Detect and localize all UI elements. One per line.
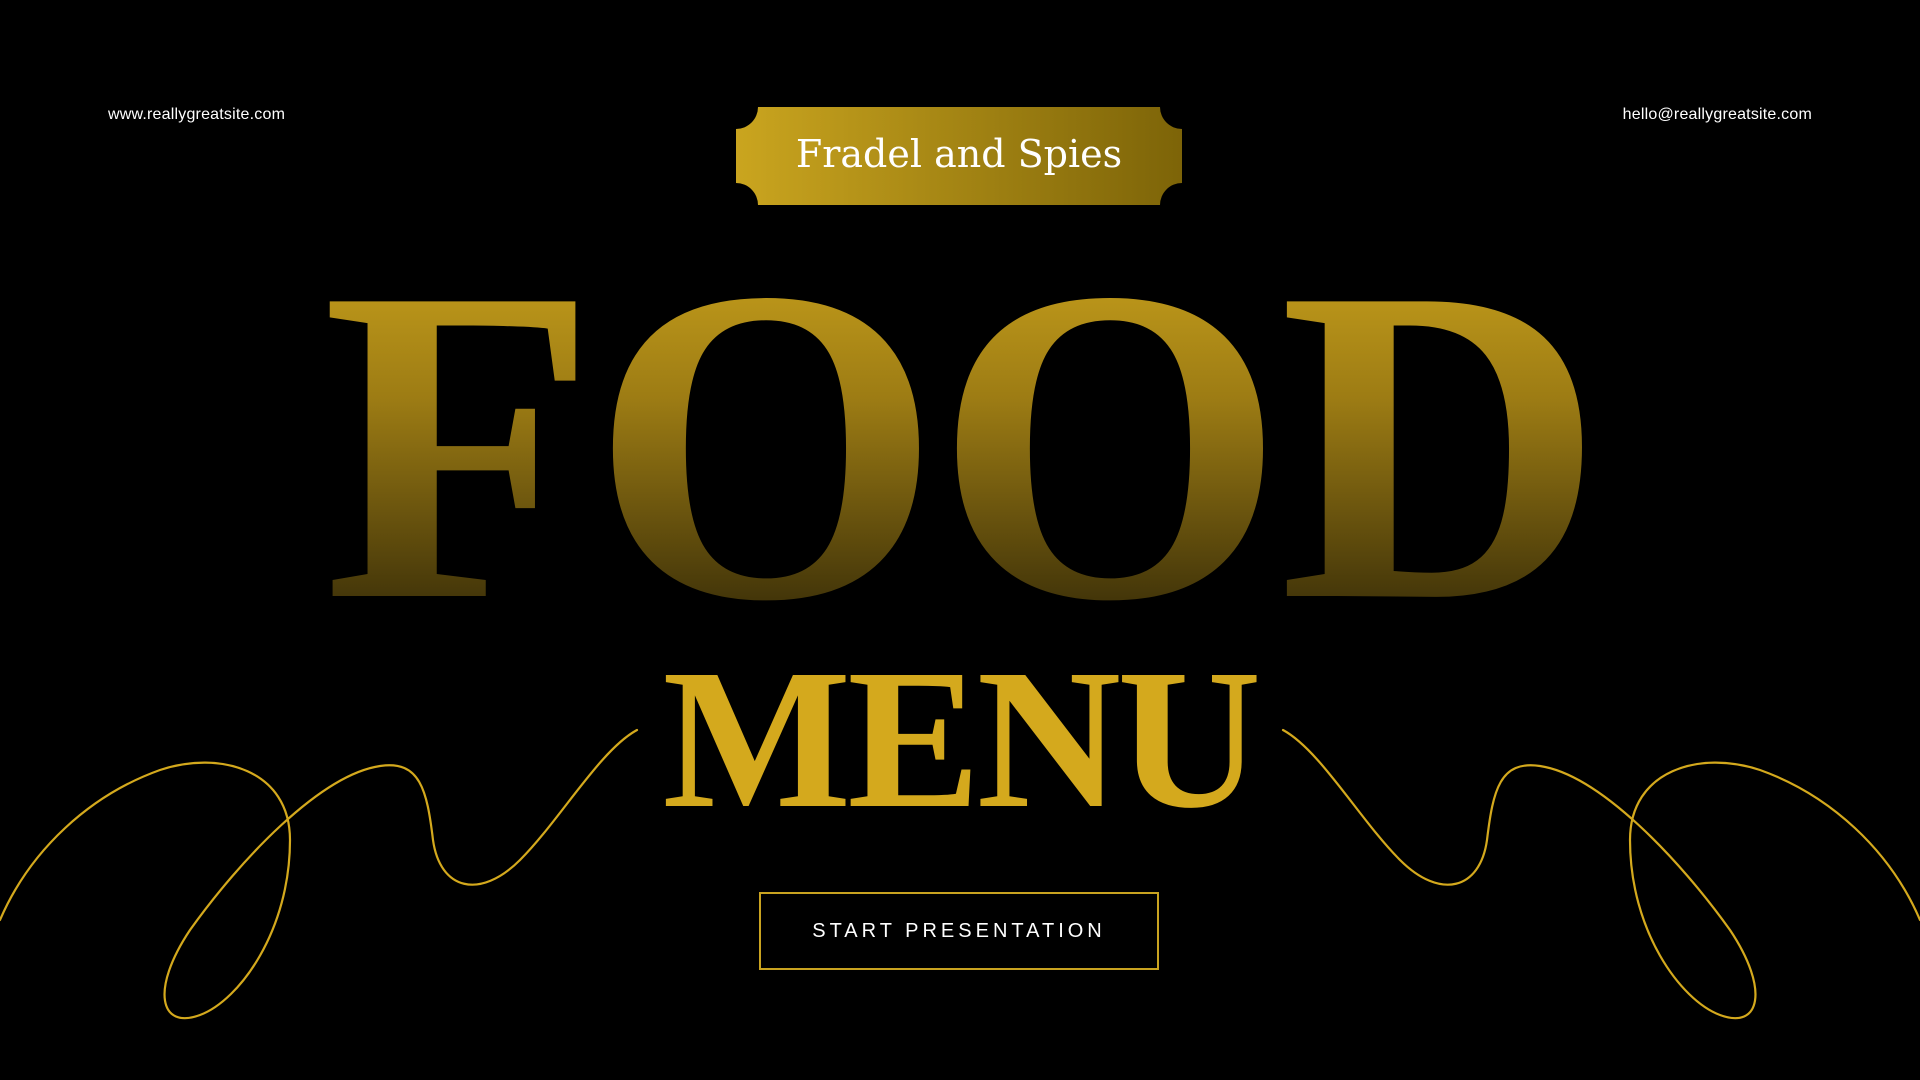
start-presentation-button[interactable]: START PRESENTATION xyxy=(759,892,1159,970)
menu-heading: MENU xyxy=(662,629,1261,850)
title-slide: www.reallygreatsite.com hello@reallygrea… xyxy=(0,0,1920,1080)
